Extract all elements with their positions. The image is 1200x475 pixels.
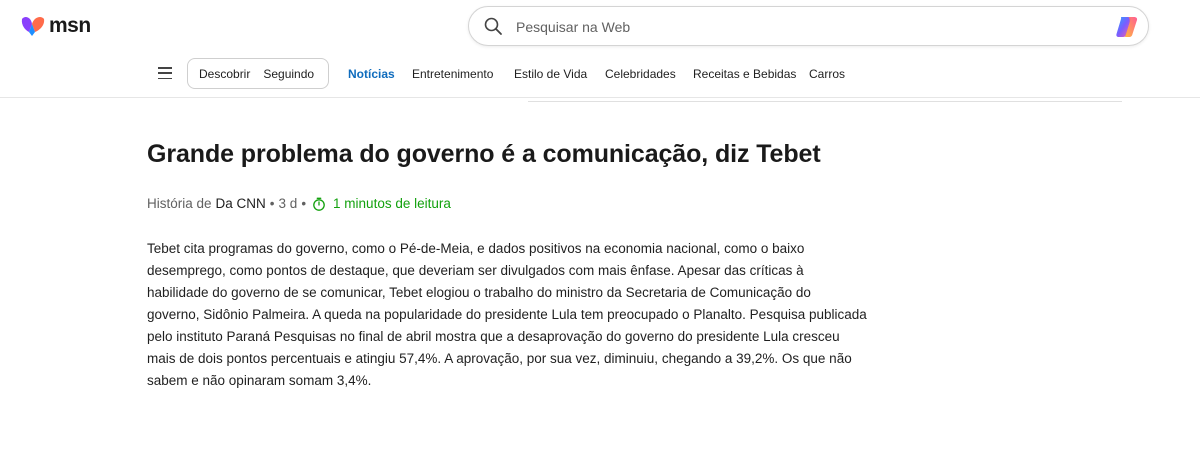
nav-divider: [0, 97, 1200, 98]
search-box: [468, 6, 1149, 46]
search-icon[interactable]: [483, 16, 503, 36]
byline-separator: •: [269, 196, 275, 211]
msn-logo-icon: [21, 16, 45, 36]
hamburger-icon[interactable]: [158, 67, 172, 79]
nav-link-receitas-e-bebidas[interactable]: Receitas e Bebidas: [693, 67, 796, 81]
search-input[interactable]: [516, 16, 1076, 38]
feed-toggle: Descobrir Seguindo: [187, 58, 329, 89]
category-nav: Descobrir Seguindo Notícias Entretenimen…: [0, 56, 1200, 92]
tab-descobrir[interactable]: Descobrir: [199, 67, 250, 81]
nav-link-celebridades[interactable]: Celebridades: [605, 67, 676, 81]
nav-link-estilo-de-vida[interactable]: Estilo de Vida: [514, 67, 587, 81]
article-headline: Grande problema do governo é a comunicaç…: [147, 140, 821, 168]
source-link[interactable]: Da CNN: [216, 196, 266, 211]
tab-seguindo[interactable]: Seguindo: [263, 67, 314, 81]
nav-link-noticias[interactable]: Notícias: [348, 67, 395, 81]
nav-link-carros[interactable]: Carros: [809, 67, 845, 81]
byline-prefix: História de: [147, 196, 212, 211]
content-divider: [528, 101, 1122, 102]
timer-icon: [313, 197, 325, 211]
nav-link-entretenimento[interactable]: Entretenimento: [412, 67, 493, 81]
byline-separator: •: [301, 196, 307, 211]
article-age: 3 d: [278, 196, 298, 211]
top-bar: msn: [0, 0, 1200, 52]
copilot-icon[interactable]: [1114, 14, 1140, 40]
msn-logo-text: msn: [49, 14, 91, 37]
msn-logo[interactable]: msn: [20, 14, 91, 38]
article-body: Tebet cita programas do governo, como o …: [147, 241, 867, 388]
read-time: 1 minutos de leitura: [333, 196, 451, 211]
article-byline: História de Da CNN • 3 d • 1 minutos de …: [147, 196, 451, 211]
